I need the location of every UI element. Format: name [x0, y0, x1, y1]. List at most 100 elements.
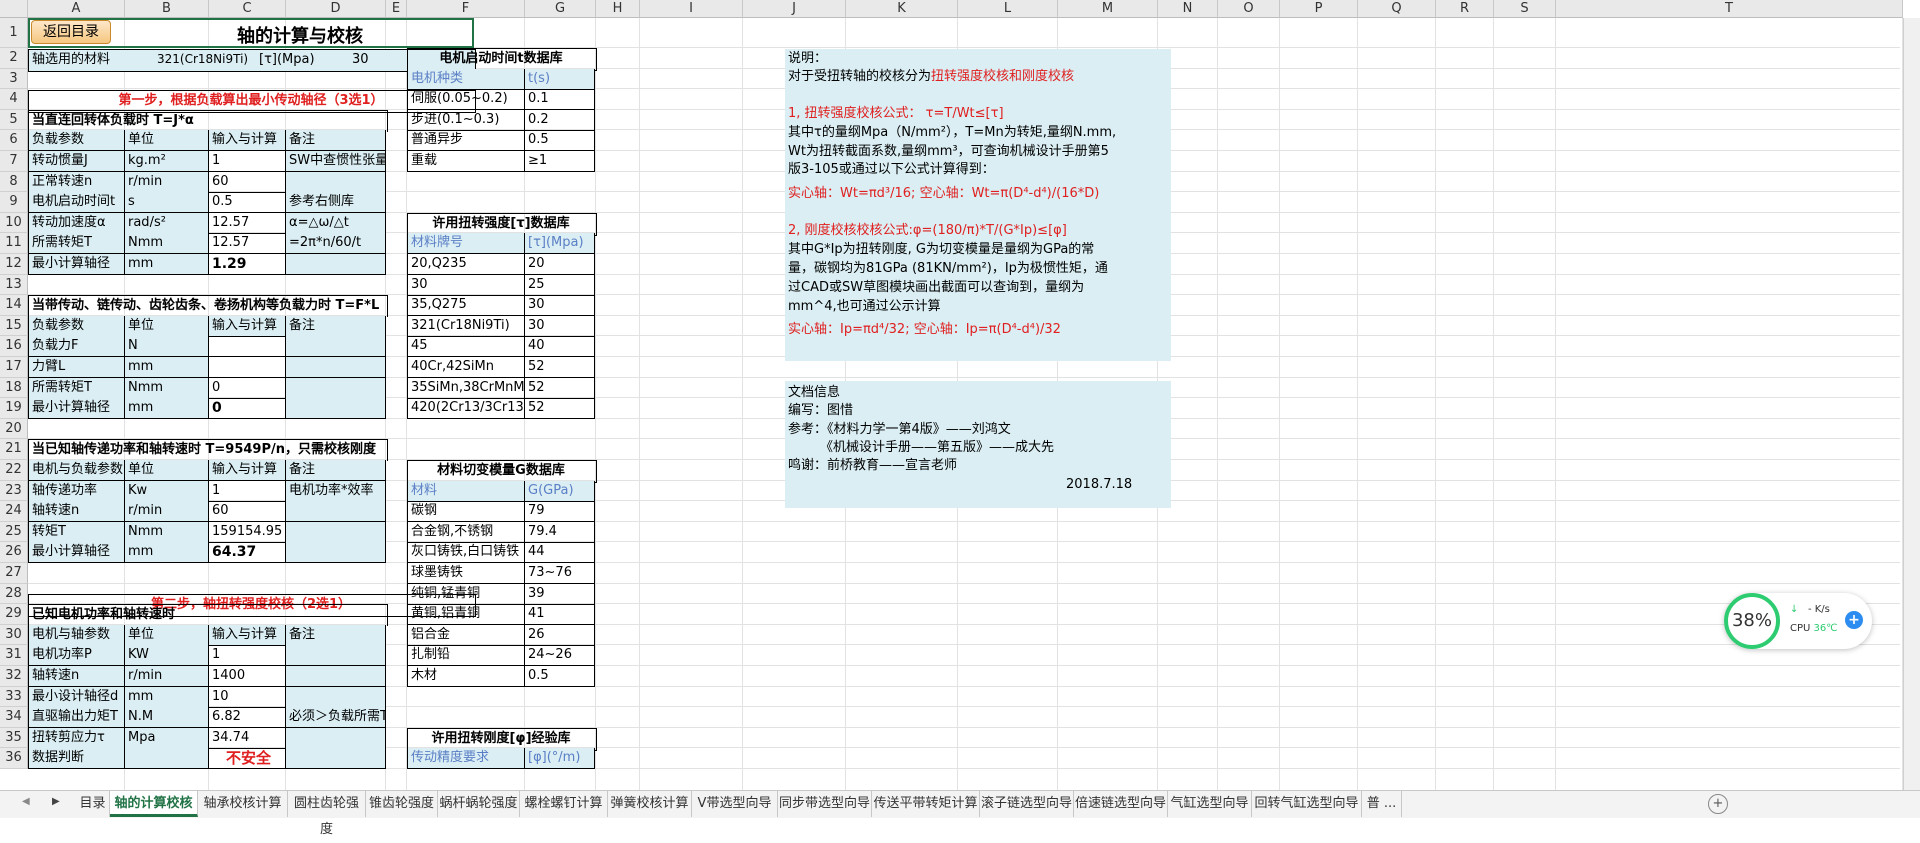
row-header-12[interactable]: 12 [0, 254, 28, 275]
col-header-F[interactable]: F [407, 0, 525, 18]
sheet-tab-11[interactable]: 滚子链选型向导 [980, 791, 1074, 817]
sheet-tab-1[interactable]: 轴的计算校核 [110, 791, 198, 817]
sec4-cell-r2-c2[interactable]: 1400 [209, 666, 286, 687]
row-header-9[interactable]: 9 [0, 192, 28, 213]
row-header-10[interactable]: 10 [0, 212, 28, 234]
row-header-3[interactable]: 3 [0, 68, 28, 90]
col-header-D[interactable]: D [286, 0, 386, 18]
row-header-19[interactable]: 19 [0, 398, 28, 419]
row-header-27[interactable]: 27 [0, 563, 28, 584]
col-header-H[interactable]: H [596, 0, 640, 18]
row-header-23[interactable]: 23 [0, 480, 28, 502]
row-header-2[interactable]: 2 [0, 48, 28, 69]
sec4-cell-r6-c2[interactable]: 不安全 [209, 748, 286, 770]
select-all-corner[interactable] [0, 0, 28, 18]
sec2-cell-r3-c2[interactable]: 0 [209, 377, 286, 399]
col-header-E[interactable]: E [386, 0, 407, 18]
row-header-26[interactable]: 26 [0, 542, 28, 563]
col-header-I[interactable]: I [640, 0, 743, 18]
col-header-T[interactable]: T [1556, 0, 1903, 18]
row-header-7[interactable]: 7 [0, 151, 28, 172]
row-header-17[interactable]: 17 [0, 357, 28, 378]
sec2-cell-r2-c2[interactable] [209, 357, 286, 378]
sec4-cell-r1-c2[interactable]: 1 [209, 645, 286, 667]
sec2-cell-r1-c2[interactable] [209, 336, 286, 358]
col-header-L[interactable]: L [958, 0, 1058, 18]
row-header-4[interactable]: 4 [0, 89, 28, 110]
tab-nav-prev-icon[interactable]: ◀ [22, 796, 30, 807]
sheet-tab-7[interactable]: 弹簧校核计算 [608, 791, 692, 817]
row-header-22[interactable]: 22 [0, 460, 28, 481]
tab-nav-next-icon[interactable]: ▶ [52, 796, 60, 807]
sheet-tab-14[interactable]: 回转气缸选型向导 [1252, 791, 1362, 817]
sec3-cell-r3-c2[interactable]: 159154.95 [209, 521, 286, 543]
col-header-P[interactable]: P [1280, 0, 1358, 18]
sheet-tab-15[interactable]: 普 ... [1362, 791, 1402, 817]
sec3-cell-r2-c2[interactable]: 60 [209, 501, 286, 523]
sec1-cell-r6-c2[interactable]: 1.29 [209, 254, 286, 275]
sec3-cell-r4-c2[interactable]: 64.37 [209, 542, 286, 564]
col-header-M[interactable]: M [1058, 0, 1158, 18]
sec2-cell-r4-c2[interactable]: 0 [209, 398, 286, 420]
plus-icon[interactable]: + [1845, 611, 1863, 629]
sec4-cell-r5-c2[interactable]: 34.74 [209, 727, 286, 749]
sec1-cell-r4-c2[interactable]: 12.57 [209, 212, 286, 234]
col-header-K[interactable]: K [846, 0, 958, 18]
row-header-33[interactable]: 33 [0, 686, 28, 708]
back-button[interactable]: 返回目录 [31, 20, 111, 44]
row-header-35[interactable]: 35 [0, 727, 28, 749]
row-header-25[interactable]: 25 [0, 521, 28, 543]
col-header-O[interactable]: O [1218, 0, 1280, 18]
sheet-tab-13[interactable]: 气缸选型向导 [1168, 791, 1252, 817]
sheet-tab-10[interactable]: 传送平带转矩计算 [872, 791, 980, 817]
sec1-cell-r1-c2[interactable]: 1 [209, 151, 286, 172]
row-header-8[interactable]: 8 [0, 171, 28, 193]
sheet-tab-4[interactable]: 锥齿轮强度 [366, 791, 438, 817]
sheet-tab-9[interactable]: 同步带选型向导 [778, 791, 872, 817]
col-header-Q[interactable]: Q [1358, 0, 1436, 18]
sec4-cell-r4-c2[interactable]: 6.82 [209, 707, 286, 729]
vertical-scrollbar[interactable] [1903, 18, 1920, 790]
sec1-cell-r2-c2[interactable]: 60 [209, 171, 286, 193]
col-header-B[interactable]: B [125, 0, 209, 18]
row-header-15[interactable]: 15 [0, 315, 28, 337]
col-header-C[interactable]: C [209, 0, 286, 18]
row-header-16[interactable]: 16 [0, 336, 28, 357]
row-header-20[interactable]: 20 [0, 418, 28, 440]
sheet-tab-8[interactable]: V带选型向导 [692, 791, 778, 817]
add-sheet-icon[interactable]: + [1708, 794, 1728, 814]
sec3-cell-r1-c2[interactable]: 1 [209, 480, 286, 502]
col-header-R[interactable]: R [1436, 0, 1494, 18]
col-header-G[interactable]: G [525, 0, 596, 18]
sheet-tab-3[interactable]: 圆柱齿轮强度 [288, 791, 366, 837]
sheet-tab-0[interactable]: 目录 [76, 791, 110, 817]
row-header-5[interactable]: 5 [0, 109, 28, 131]
row-header-30[interactable]: 30 [0, 624, 28, 646]
row-header-18[interactable]: 18 [0, 377, 28, 399]
col-header-J[interactable]: J [743, 0, 846, 18]
row-header-11[interactable]: 11 [0, 233, 28, 254]
row-header-31[interactable]: 31 [0, 645, 28, 666]
sec1-cell-r5-c2[interactable]: 12.57 [209, 233, 286, 255]
sheet-tab-2[interactable]: 轴承校核计算 [198, 791, 288, 817]
row-header-1[interactable]: 1 [0, 18, 28, 48]
row-header-6[interactable]: 6 [0, 130, 28, 151]
sheet-tab-12[interactable]: 倍速链选型向导 [1074, 791, 1168, 817]
col-header-S[interactable]: S [1494, 0, 1556, 18]
col-header-A[interactable]: A [28, 0, 125, 18]
sec4-cell-r3-c2[interactable]: 10 [209, 686, 286, 708]
row-header-36[interactable]: 36 [0, 748, 28, 769]
row-header-14[interactable]: 14 [0, 295, 28, 316]
material-value[interactable]: 321(Cr18Ni9Ti) [154, 50, 256, 69]
row-header-34[interactable]: 34 [0, 707, 28, 728]
row-header-21[interactable]: 21 [0, 439, 28, 460]
sheet-tab-6[interactable]: 螺栓螺钉计算 [520, 791, 608, 817]
row-header-24[interactable]: 24 [0, 501, 28, 522]
col-header-N[interactable]: N [1158, 0, 1218, 18]
row-header-29[interactable]: 29 [0, 604, 28, 625]
sec1-cell-r3-c2[interactable]: 0.5 [209, 192, 286, 214]
row-header-13[interactable]: 13 [0, 274, 28, 296]
row-header-32[interactable]: 32 [0, 666, 28, 687]
sheet-tab-5[interactable]: 蜗杆蜗轮强度 [438, 791, 520, 817]
row-header-28[interactable]: 28 [0, 583, 28, 605]
